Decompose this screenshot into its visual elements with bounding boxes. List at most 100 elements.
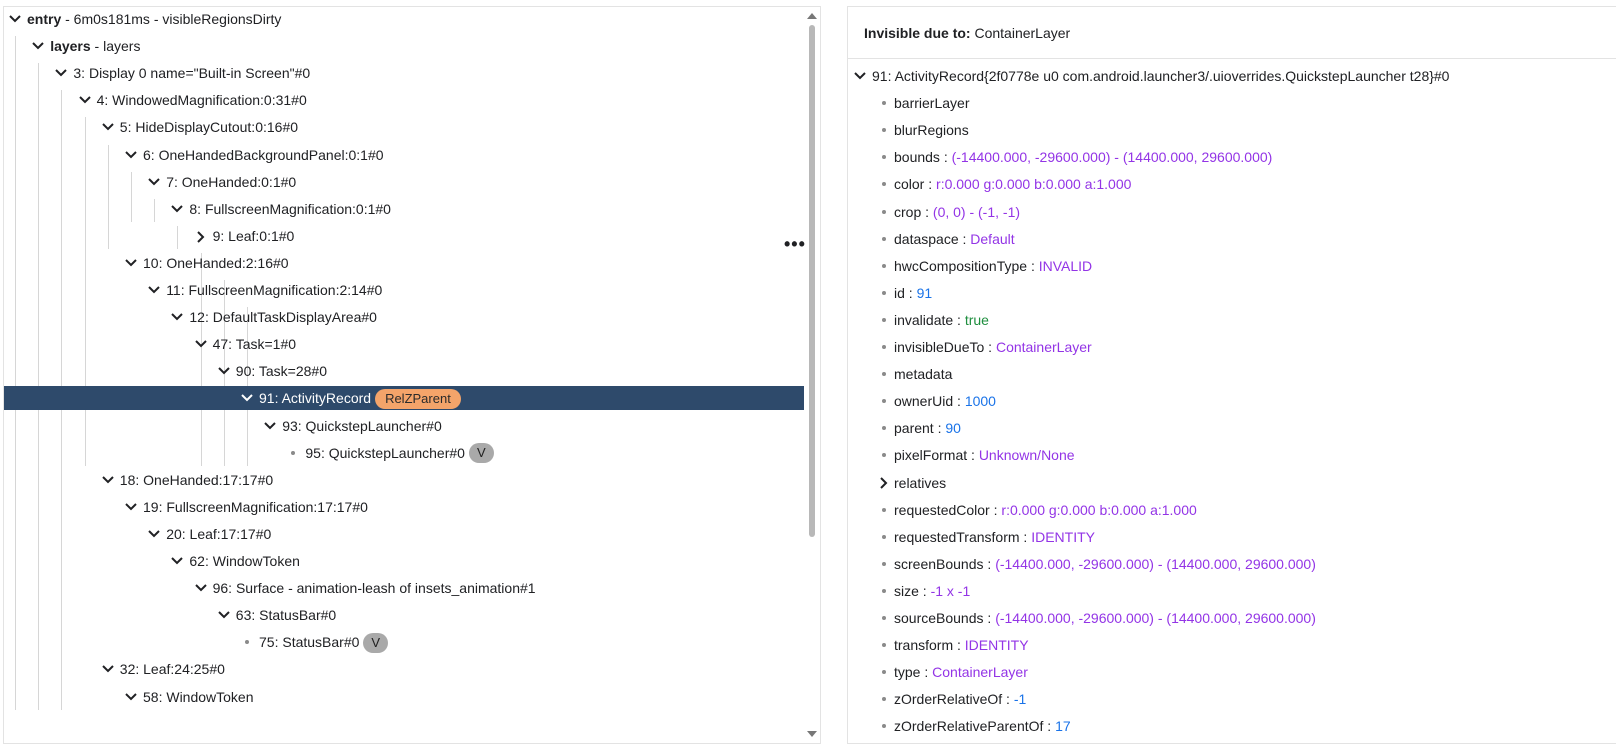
tree-node[interactable]: entry - 6m0s181ms - visibleRegionsDirty [4,7,804,31]
property-key: blurRegions [894,122,969,139]
chevron-down-icon[interactable] [193,576,209,600]
tree-node-label: 12: DefaultTaskDisplayArea#0 [189,305,377,329]
tree-node-label: 19: FullscreenMagnification:17:17#0 [143,495,368,519]
tree-node-label: 4: WindowedMagnification:0:31#0 [97,88,307,112]
property-separator: : [924,176,937,193]
tree-node[interactable]: 96: Surface - animation-leash of insets_… [4,576,804,600]
chevron-down-icon[interactable] [123,495,139,519]
property-value: (-14400.000, -29600.000) - (14400.000, 2… [995,610,1316,626]
property-value: ContainerLayer [932,664,1028,681]
tree-node[interactable]: 75: StatusBar#0 V [4,630,804,654]
tree-node-label: 90: Task=28#0 [236,359,327,383]
tree-node-label: 63: StatusBar#0 [236,603,336,627]
chevron-down-icon[interactable] [146,170,162,194]
panel-divider[interactable] [821,0,847,744]
tree-node[interactable]: 95: QuickstepLauncher#0 V [4,441,804,465]
property-text: color : r:0.000 g:0.000 b:0.000 a:1.000 [894,172,1131,196]
tree-node[interactable]: 63: StatusBar#0 [4,603,804,627]
relz-parent-chip: RelZParent [375,388,461,409]
tree-node[interactable]: 5: HideDisplayCutout:0:16#0 [4,115,804,139]
tree-node-text: 20: Leaf:17:17#0 [166,525,272,542]
tree-node[interactable]: 10: OneHanded:2:16#0 [4,251,804,275]
invisible-due-to: Invisible due to: ContainerLayer [864,25,1070,41]
bullet-dot-icon [882,345,886,349]
tree-node-label: 6: OneHandedBackgroundPanel:0:1#0 [143,143,384,167]
bullet-dot-icon [882,317,886,322]
tree-node[interactable]: 9: Leaf:0:1#0 [4,224,804,248]
chevron-down-icon[interactable] [216,359,232,383]
scroll-up-icon[interactable] [807,13,817,19]
property-text: barrierLayer [894,91,969,115]
chevron-right-icon[interactable] [193,224,209,248]
tree-node-label: 93: QuickstepLauncher#0 [282,414,442,438]
tree-node-label: entry - 6m0s181ms - visibleRegionsDirty [27,7,281,31]
visible-chip: V [363,632,389,653]
tree-node[interactable]: 58: WindowToken [4,685,804,709]
tree-node[interactable]: 20: Leaf:17:17#0 [4,522,804,546]
tree-node[interactable]: 11: FullscreenMagnification:2:14#0 [4,278,804,302]
chevron-down-icon[interactable] [146,522,162,546]
property-key: screenBounds [894,555,984,572]
tree-node[interactable]: 19: FullscreenMagnification:17:17#0 [4,495,804,519]
tree-node-text: 5: HideDisplayCutout:0:16#0 [119,119,299,136]
tree-node[interactable]: 62: WindowToken [4,549,804,573]
chevron-down-icon[interactable] [262,414,278,438]
chevron-down-icon[interactable] [169,305,185,329]
tree-node-label: 62: WindowToken [189,549,300,573]
chevron-down-icon[interactable] [146,278,162,302]
chevron-down-icon[interactable] [169,197,185,221]
chevron-down-icon[interactable] [53,61,69,85]
property-separator: : [918,582,931,599]
chevron-down-icon[interactable] [100,468,116,492]
tree-node[interactable]: 90: Task=28#0 [4,359,804,383]
bullet-dot-icon [882,426,886,431]
chevron-down-icon[interactable] [123,143,139,167]
tree-node[interactable]: 47: Task=1#0 [4,332,804,356]
bullet-dot-icon [882,263,886,268]
property-separator: : [920,664,933,681]
property-separator: : [939,149,952,166]
chevron-down-icon[interactable] [7,7,23,31]
chevron-down-icon[interactable] [193,332,209,356]
tree-node[interactable]: 6: OneHandedBackgroundPanel:0:1#0 [4,143,804,167]
property-separator: : [953,637,965,654]
tree-node[interactable]: 91: ActivityRecord RelZParent [4,386,804,411]
chevron-down-icon[interactable] [100,657,116,681]
chevron-down-icon[interactable] [123,685,139,709]
chevron-down-icon[interactable] [123,251,139,275]
tree-node[interactable]: 18: OneHanded:17:17#0 [4,468,804,492]
property-text: screenBounds : (-14400.000, -29600.000) … [894,552,1316,576]
tree-node[interactable]: 3: Display 0 name="Built-in Screen"#0 [4,61,804,85]
chevron-down-icon[interactable] [77,88,93,112]
tree-node-text: 3: Display 0 name="Built-in Screen"#0 [73,65,311,82]
tree-node[interactable]: 8: FullscreenMagnification:0:1#0 [4,197,804,221]
tree-node-text: 32: Leaf:24:25#0 [119,661,225,678]
tree-node-text: 91: ActivityRecord [259,390,372,407]
tree-node[interactable]: layers - layers [4,34,804,58]
tree-node-label: 3: Display 0 name="Built-in Screen"#0 [73,61,310,85]
chevron-down-icon[interactable] [239,386,255,410]
tree-node[interactable]: 93: QuickstepLauncher#0 [4,414,804,438]
tree-node[interactable]: 4: WindowedMagnification:0:31#0 [4,88,804,112]
tree-scrollbar[interactable] [804,7,820,743]
chevron-down-icon[interactable] [169,549,185,573]
chevron-down-icon[interactable] [30,34,46,58]
property-separator: : [933,420,946,437]
property-key: invisibleDueTo [894,339,985,355]
property-value: 90 [945,420,961,437]
more-horiz-icon[interactable]: ••• [784,235,806,253]
tree-node[interactable]: 7: OneHanded:0:1#0 [4,170,804,194]
tree-node-text: 9: Leaf:0:1#0 [212,227,295,244]
property-text: dataspace : Default [894,227,1015,251]
chevron-down-icon[interactable] [216,603,232,627]
property-value: 91 [916,284,933,301]
property-text: zOrderRelativeOf : -1 [894,687,1026,711]
tree-node[interactable]: 12: DefaultTaskDisplayArea#0 [4,305,804,329]
property-value: IDENTITY [964,637,1029,654]
tree-node[interactable]: 32: Leaf:24:25#0 [4,657,804,681]
property-separator: : [967,447,979,464]
scrollbar-thumb[interactable] [809,25,815,537]
scroll-down-icon[interactable] [807,731,817,737]
chevron-down-icon[interactable] [100,115,116,139]
chevron-right-icon[interactable] [878,471,890,495]
